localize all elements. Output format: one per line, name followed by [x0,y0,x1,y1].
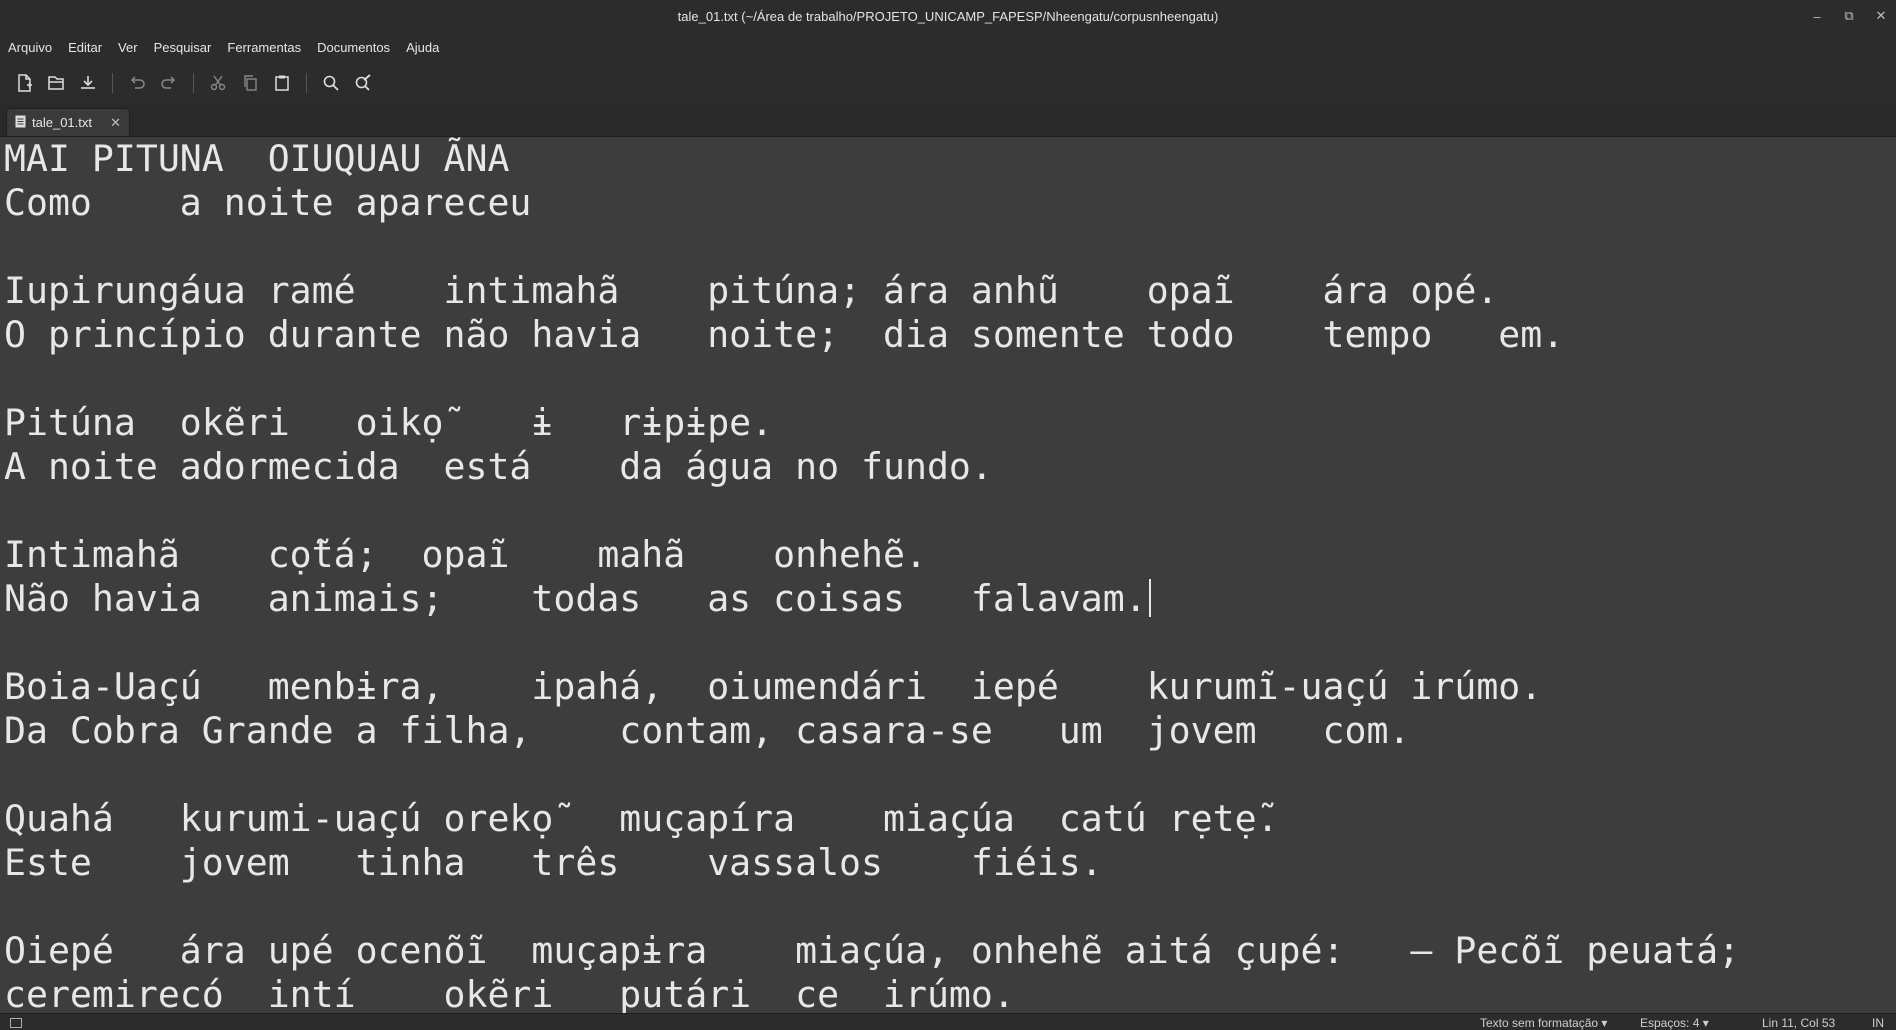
editor-line[interactable]: A noite adormecida está da água no fundo… [0,445,1896,489]
cursor-position: Lin 11, Col 53 [1762,1016,1836,1030]
menu-ver[interactable]: Ver [110,40,146,55]
text-cursor [1148,579,1151,617]
editor-line[interactable]: ceremirecó intí okẽri putári ce irúmo. [0,973,1896,1013]
editor-line[interactable] [0,753,1896,797]
editor-line[interactable] [0,621,1896,665]
editor-line[interactable] [0,357,1896,401]
editor-line[interactable]: Este jovem tinha três vassalos fiéis. [0,841,1896,885]
close-window-button[interactable]: ✕ [1874,8,1888,24]
maximize-button[interactable]: ⧉ [1842,8,1856,24]
new-document-icon[interactable] [8,67,40,99]
sidebar-toggle-icon[interactable] [10,1018,22,1028]
menu-bar: Arquivo Editar Ver Pesquisar Ferramentas… [0,32,1896,62]
editor-line[interactable]: Da Cobra Grande a filha, contam, casara-… [0,709,1896,753]
menu-ajuda[interactable]: Ajuda [398,40,447,55]
editor-line[interactable]: Como a noite apareceu [0,181,1896,225]
editor-line[interactable]: Quahá kurumi-uaçú orekọ̃ muçapíra miaçúa… [0,797,1896,841]
tab-bar: tale_01.txt ✕ [0,104,1896,137]
current-line-text: Não havia animais; todas as coisas falav… [4,577,1147,620]
editor-line[interactable]: Oiepé ára upé ocenõĩ muçapɨra miaçúa, on… [0,929,1896,973]
undo-icon[interactable] [121,67,153,99]
tab-label: tale_01.txt [32,115,92,130]
toolbar-separator [306,73,307,93]
menu-documentos[interactable]: Documentos [309,40,398,55]
text-editor[interactable]: MAI PITUNA OIUQUAU ÃNA Como a noite apar… [0,137,1896,1013]
menu-pesquisar[interactable]: Pesquisar [146,40,220,55]
minimize-button[interactable]: – [1810,9,1824,24]
paste-icon[interactable] [266,67,298,99]
toolbar-separator [112,73,113,93]
indent-selector[interactable]: Espaços: 4 ▾ [1640,1016,1709,1030]
editor-line-current[interactable]: Não havia animais; todas as coisas falav… [0,577,1896,621]
insert-mode[interactable]: IN [1872,1016,1884,1030]
replace-icon[interactable] [347,67,379,99]
document-icon [15,115,26,131]
save-icon[interactable] [72,67,104,99]
title-bar: tale_01.txt (~/Área de trabalho/PROJETO_… [0,0,1896,32]
menu-ferramentas[interactable]: Ferramentas [219,40,309,55]
editor-line[interactable]: Intimahã cọ̃tá; opaĩ mahã onhehẽ. [0,533,1896,577]
status-bar: Texto sem formatação ▾ Espaços: 4 ▾ Lin … [0,1013,1896,1030]
editor-line[interactable]: Pitúna okẽri oikọ̃ ɨ rɨpɨpe. [0,401,1896,445]
editor-line[interactable] [0,489,1896,533]
redo-icon[interactable] [153,67,185,99]
language-selector[interactable]: Texto sem formatação ▾ [1480,1016,1607,1030]
copy-icon[interactable] [234,67,266,99]
tab-close-button[interactable]: ✕ [110,115,121,131]
window-title: tale_01.txt (~/Área de trabalho/PROJETO_… [677,8,1219,24]
editor-line[interactable]: MAI PITUNA OIUQUAU ÃNA [0,137,1896,181]
toolbar-separator [193,73,194,93]
find-icon[interactable] [315,67,347,99]
menu-editar[interactable]: Editar [60,40,110,55]
toolbar [0,62,1896,104]
menu-arquivo[interactable]: Arquivo [0,40,60,55]
open-icon[interactable] [40,67,72,99]
window-controls: – ⧉ ✕ [1810,0,1888,32]
cut-icon[interactable] [202,67,234,99]
editor-line[interactable] [0,225,1896,269]
editor-line[interactable]: O princípio durante não havia noite; dia… [0,313,1896,357]
editor-line[interactable] [0,885,1896,929]
tab-tale-01[interactable]: tale_01.txt ✕ [6,108,130,136]
editor-line[interactable]: Boia-Uaçú menbɨra, ipahá, oiumendári iep… [0,665,1896,709]
editor-line[interactable]: Iupirungáua ramé intimahã pitúna; ára an… [0,269,1896,313]
